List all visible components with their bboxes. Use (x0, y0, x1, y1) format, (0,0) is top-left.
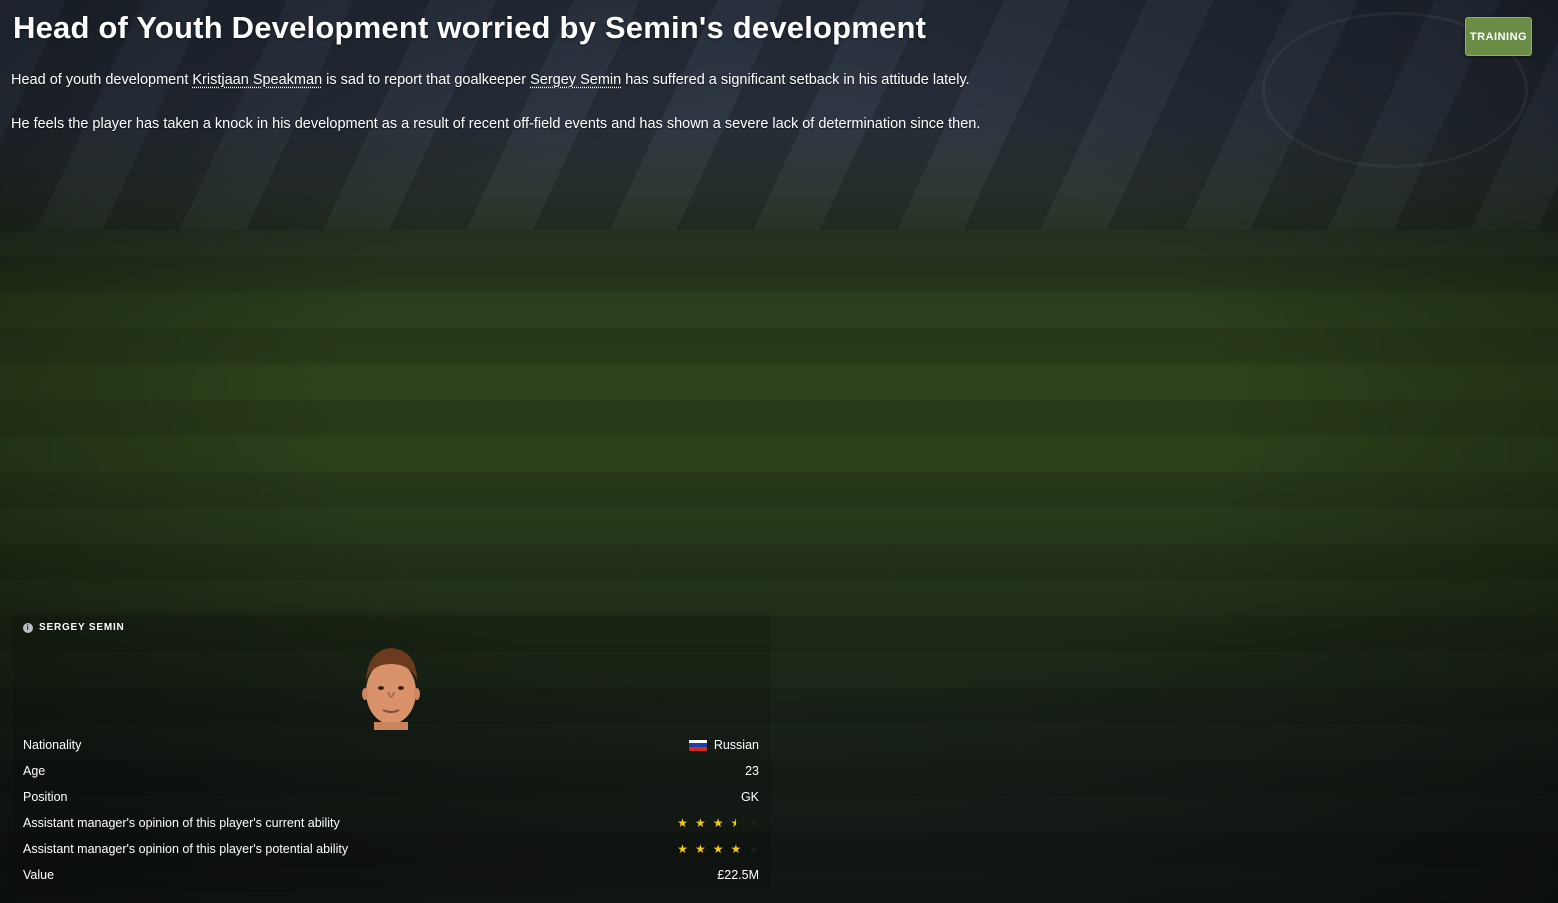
star-half-icon: ★ (730, 817, 741, 829)
row-label: Assistant manager's opinion of this play… (23, 816, 340, 830)
panel-header[interactable]: i SERGEY SEMIN (23, 622, 125, 633)
star-empty-icon: ★ (748, 816, 759, 830)
player-face-avatar (362, 648, 420, 730)
transfer-value: £22.5M (717, 868, 759, 882)
paragraph-text: is sad to report that goalkeeper (322, 72, 531, 88)
row-label: Assistant manager's opinion of this play… (23, 842, 349, 856)
staff-link-kristjaan-speakman[interactable]: Kristjaan Speakman (192, 72, 322, 88)
row-label: Value (23, 868, 55, 882)
row-label: Position (23, 790, 68, 804)
info-icon[interactable]: i (23, 622, 33, 633)
age-value: 23 (745, 764, 759, 778)
russia-flag-icon (688, 739, 707, 751)
row-label: Nationality (23, 738, 82, 752)
potential-ability-stars: ★ ★ ★ ★ ★ (677, 843, 759, 855)
row-label: Age (23, 764, 46, 778)
player-link-sergey-semin[interactable]: Sergey Semin (530, 72, 621, 88)
player-attributes: Nationality Russian Age 23 Position GK A… (23, 732, 759, 888)
news-headline: Head of Youth Development worried by Sem… (13, 10, 927, 45)
star-full-icon: ★ (730, 842, 742, 856)
star-full-icon: ★ (694, 842, 706, 856)
nationality-value[interactable]: Russian (714, 738, 759, 752)
row-age: Age 23 (23, 758, 759, 784)
paragraph-text: Head of youth development (11, 72, 193, 88)
paragraph-text: has suffered a significant setback in hi… (621, 72, 970, 88)
current-ability-stars: ★ ★ ★ ★ ★ (677, 817, 759, 829)
row-nationality: Nationality Russian (23, 732, 759, 758)
player-panel: i SERGEY SEMIN Nationality Russian Age 2… (13, 612, 771, 892)
star-empty-icon: ★ (748, 842, 759, 856)
panel-title[interactable]: SERGEY SEMIN (39, 622, 125, 633)
row-potential-ability: Assistant manager's opinion of this play… (23, 836, 759, 862)
row-current-ability: Assistant manager's opinion of this play… (23, 810, 759, 836)
position-value: GK (740, 790, 759, 804)
training-tag-button[interactable]: TRAINING (1465, 17, 1532, 56)
row-position: Position GK (23, 784, 759, 810)
star-full-icon: ★ (694, 816, 706, 830)
row-value[interactable]: Russian (688, 738, 759, 752)
star-full-icon: ★ (677, 816, 688, 830)
star-full-icon: ★ (712, 816, 724, 830)
row-value: Value £22.5M (23, 862, 759, 888)
news-paragraph-1: Head of youth development Kristjaan Spea… (11, 72, 970, 88)
star-full-icon: ★ (712, 842, 724, 856)
star-full-icon: ★ (677, 842, 688, 856)
news-paragraph-2: He feels the player has taken a knock in… (11, 116, 981, 132)
